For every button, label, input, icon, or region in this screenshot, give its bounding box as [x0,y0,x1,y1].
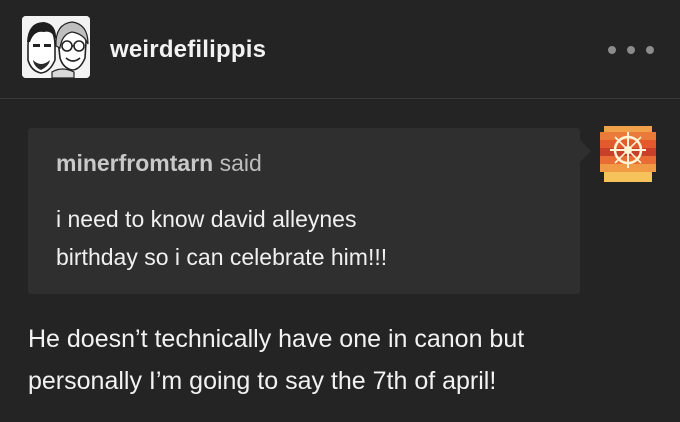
said-label: said [219,150,262,176]
post-header: weirdefilippis [0,0,680,100]
asker-name[interactable]: minerfromtarn [56,150,213,176]
question-line: birthday so i can celebrate him!!! [56,244,388,270]
header-divider [0,98,680,99]
blog-username[interactable]: weirdefilippis [110,36,266,64]
more-options-button[interactable] [608,42,654,58]
asker-avatar-icon [600,126,656,182]
asker-line: minerfromtarn said [56,150,262,177]
ask-question: i need to know david alleynes birthday s… [56,200,566,276]
question-line: i need to know david alleynes [56,206,357,232]
more-options-icon [646,46,654,54]
answer-line: personally I’m going to say the 7th of a… [28,367,497,395]
more-options-icon [608,46,616,54]
answer-text: He doesn’t technically have one in canon… [28,318,658,402]
answer-line: He doesn’t technically have one in canon… [28,325,525,353]
more-options-icon [627,46,635,54]
asker-avatar[interactable] [600,126,656,182]
ask-card-pointer [580,140,591,162]
blog-avatar-illustration-icon [22,16,90,78]
blog-avatar[interactable] [22,16,90,78]
